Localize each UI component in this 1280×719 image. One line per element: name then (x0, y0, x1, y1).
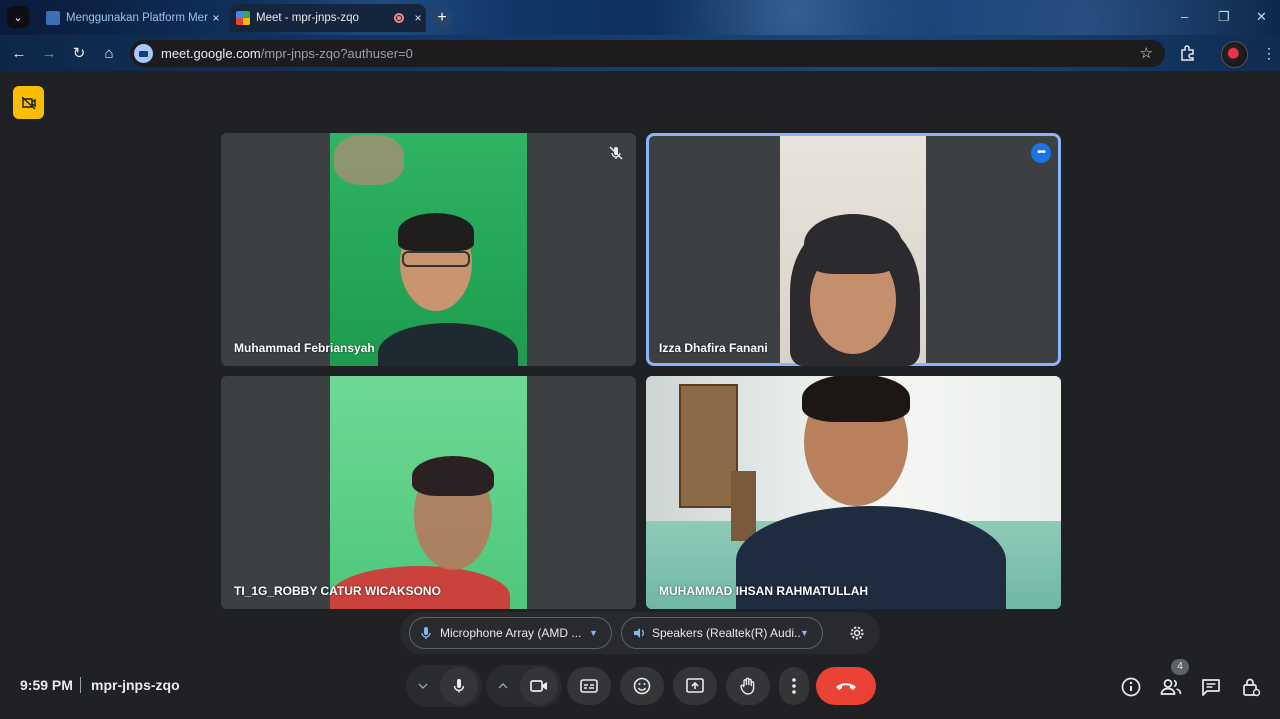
hijab-top (804, 214, 902, 274)
site-info-icon[interactable] (134, 44, 153, 63)
close-window-button[interactable]: ✕ (1256, 9, 1267, 25)
tab-platform-merdeka[interactable]: Menggunakan Platform Merdeka × (40, 4, 224, 32)
people-icon[interactable] (1160, 676, 1182, 698)
tab-meet[interactable]: Meet - mpr-jnps-zqo × (230, 4, 426, 32)
background-object (334, 135, 404, 185)
background-frame (731, 471, 756, 541)
extensions-icon[interactable] (1179, 44, 1197, 62)
address-bar[interactable]: meet.google.com/mpr-jnps-zqo?authuser=0 … (130, 40, 1165, 67)
host-controls-lock-icon[interactable] (1240, 676, 1262, 698)
tab-title: Meet - mpr-jnps-zqo (256, 12, 359, 24)
meet-favicon (236, 11, 250, 25)
microphone-select[interactable]: Microphone Array (AMD ... ▼ (409, 617, 612, 649)
speakers-select[interactable]: Speakers (Realtek(R) Audi... ▼ (621, 617, 823, 649)
tab-close-icon[interactable]: × (410, 11, 426, 25)
device-selection-bar: Microphone Array (AMD ... ▼ Speakers (Re… (400, 612, 880, 654)
more-options-kebab-icon[interactable] (779, 667, 809, 705)
forward-icon[interactable]: → (39, 44, 59, 64)
person-hair (398, 213, 474, 251)
participant-name: Muhammad Febriansyah (234, 341, 375, 355)
captions-button[interactable] (567, 667, 611, 705)
emoji-reactions-button[interactable] (620, 667, 664, 705)
url-path: /mpr-jnps-zqo?authuser=0 (260, 46, 413, 61)
chevron-down-icon: ▼ (800, 628, 809, 638)
present-screen-button[interactable] (673, 667, 717, 705)
mic-off-icon (609, 146, 623, 160)
divider (80, 677, 81, 693)
participant-video (330, 376, 527, 609)
speaker-icon (632, 626, 646, 640)
chevron-down-icon: ▼ (589, 628, 598, 638)
bookmark-star-icon[interactable]: ☆ (1140, 44, 1153, 62)
restore-button[interactable]: ❐ (1218, 9, 1230, 25)
raise-hand-button[interactable] (726, 667, 770, 705)
tab-title: Menggunakan Platform Merdeka (66, 12, 208, 24)
video-options-chevron[interactable] (488, 667, 518, 705)
tab-search-button[interactable]: ⌄ (7, 6, 29, 28)
participant-name: MUHAMMAD IHSAN RAHMATULLAH (659, 584, 869, 598)
participant-tile[interactable]: MUHAMMAD IHSAN RAHMATULLAH (646, 376, 1061, 609)
home-icon[interactable]: ⌂ (99, 44, 119, 64)
settings-gear-icon[interactable] (849, 625, 865, 641)
background-frame (679, 384, 738, 508)
participant-video (780, 136, 926, 366)
glasses (402, 251, 470, 267)
participant-tile-active[interactable]: ••• Izza Dhafira Fanani (646, 133, 1061, 366)
leave-call-button[interactable] (816, 667, 876, 705)
meeting-details-info-icon[interactable] (1120, 676, 1142, 698)
minimize-button[interactable]: – (1181, 9, 1188, 24)
recording-icon (394, 13, 404, 23)
participant-tile[interactable]: TI_1G_ROBBY CATUR WICAKSONO (221, 376, 636, 609)
tab-close-icon[interactable]: × (208, 11, 224, 25)
participant-video (646, 376, 1061, 609)
no-video-notice-icon[interactable] (13, 86, 44, 119)
camera-button[interactable] (520, 667, 558, 705)
participant-tile[interactable]: Muhammad Febriansyah (221, 133, 636, 366)
tab-favicon (46, 11, 60, 25)
person-body (378, 323, 518, 366)
meeting-time: 9:59 PM (20, 677, 73, 693)
browser-menu-icon[interactable]: ⋮ (1262, 45, 1276, 62)
more-options-button[interactable]: ••• (1031, 143, 1051, 163)
back-icon[interactable]: ← (9, 44, 29, 64)
reload-icon[interactable]: ↻ (69, 44, 89, 64)
url-text: meet.google.com/mpr-jnps-zqo?authuser=0 (161, 46, 413, 61)
participants-count-badge: 4 (1171, 659, 1189, 675)
person-hair (802, 376, 910, 422)
audio-options-chevron[interactable] (408, 667, 438, 705)
microphone-button[interactable] (440, 667, 478, 705)
meeting-code: mpr-jnps-zqo (91, 677, 180, 693)
new-tab-button[interactable]: + (431, 7, 453, 29)
participant-name: TI_1G_ROBBY CATUR WICAKSONO (234, 584, 441, 598)
profile-avatar[interactable] (1221, 41, 1248, 68)
microphone-icon (420, 626, 434, 640)
participant-video (330, 133, 527, 366)
microphone-label: Microphone Array (AMD ... (440, 626, 582, 640)
participant-name: Izza Dhafira Fanani (659, 341, 768, 355)
url-host: meet.google.com (161, 46, 261, 61)
speakers-label: Speakers (Realtek(R) Audi... (652, 626, 800, 640)
chat-icon[interactable] (1200, 676, 1222, 698)
person-hair (412, 456, 494, 496)
